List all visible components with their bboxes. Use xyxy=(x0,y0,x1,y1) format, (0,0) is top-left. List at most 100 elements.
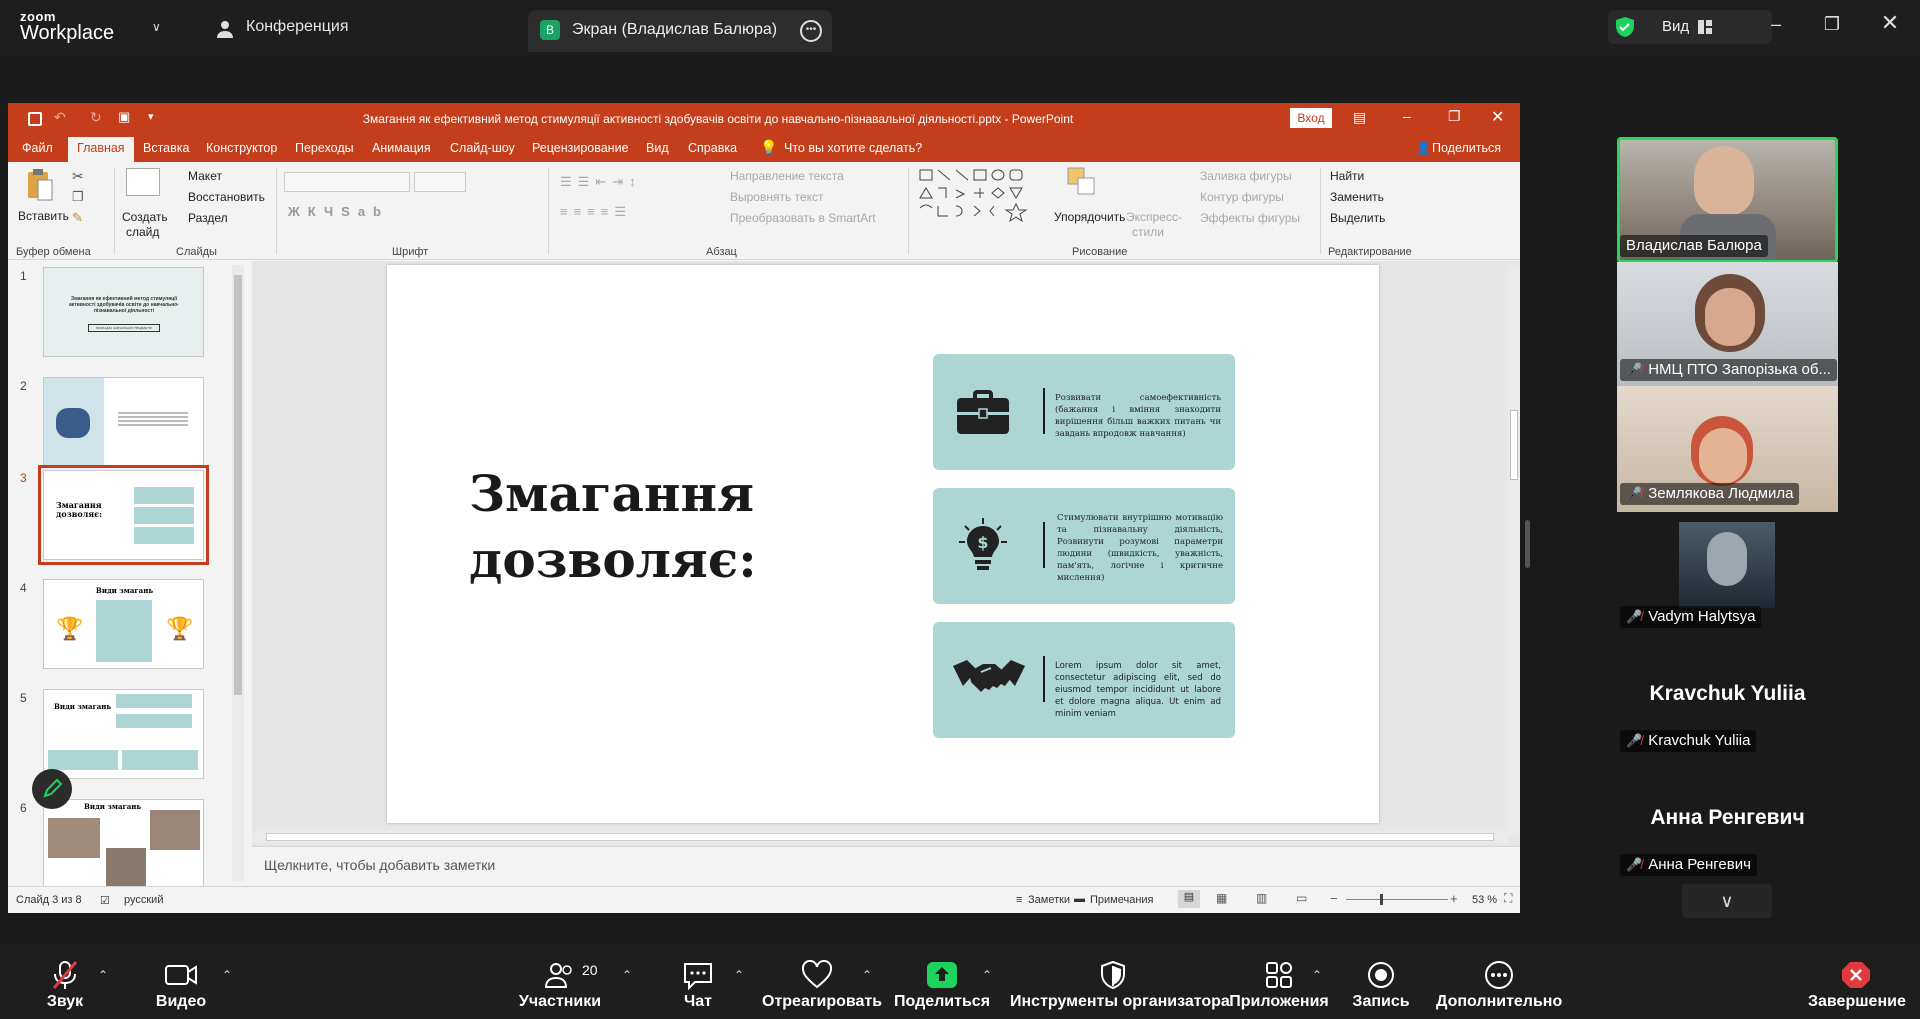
benefit-card[interactable]: Розвивати самоефективність (бажання і вм… xyxy=(933,354,1235,470)
annotate-pen-button[interactable] xyxy=(32,769,72,809)
spellcheck-icon[interactable]: ☑ xyxy=(100,894,110,907)
font-format-buttons[interactable]: ЖКЧSab xyxy=(288,204,389,219)
video-button[interactable]: Видео xyxy=(136,944,226,1019)
restore-icon[interactable]: ❐ xyxy=(1818,14,1846,35)
zoom-level[interactable]: 53 % xyxy=(1472,894,1497,906)
tab-home[interactable]: Главная xyxy=(68,137,134,162)
tab-file[interactable]: Файл xyxy=(22,141,53,155)
list-buttons[interactable]: ☰☰⇤⇥↕ xyxy=(560,174,642,190)
scroll-participants-down-button[interactable]: ∨ xyxy=(1682,884,1772,918)
tab-transitions[interactable]: Переходы xyxy=(295,141,354,155)
align-text-button[interactable]: Выровнять текст xyxy=(730,190,823,204)
cut-icon[interactable]: ✂ xyxy=(72,168,84,185)
language-indicator[interactable]: русский xyxy=(124,894,163,906)
tab-slideshow[interactable]: Слайд-шоу xyxy=(450,141,515,155)
quick-styles-label-2[interactable]: стили xyxy=(1132,225,1164,239)
participants-button[interactable]: 20 Участники xyxy=(510,944,610,1019)
audio-options-caret[interactable]: ⌃ xyxy=(98,968,108,982)
redo-icon[interactable]: ↻ xyxy=(90,109,102,126)
font-size-dropdown[interactable] xyxy=(414,172,466,192)
undo-icon[interactable]: ↶ xyxy=(54,109,66,126)
minimize-icon[interactable]: – xyxy=(1762,14,1790,35)
zoom-out-icon[interactable]: − xyxy=(1330,891,1338,906)
notes-toggle-button[interactable]: Заметки xyxy=(1028,894,1070,906)
host-tools-button[interactable]: Инструменты организатора xyxy=(1010,944,1230,1019)
smartart-button[interactable]: Преобразовать в SmartArt xyxy=(730,211,876,225)
editor-h-scrollbar[interactable] xyxy=(252,831,1508,843)
tab-help[interactable]: Справка xyxy=(688,141,737,155)
scrollbar-thumb[interactable] xyxy=(1510,410,1518,480)
tab-review[interactable]: Рецензирование xyxy=(532,141,629,155)
save-icon[interactable] xyxy=(28,112,42,126)
participants-options-caret[interactable]: ⌃ xyxy=(622,968,632,982)
chat-options-caret[interactable]: ⌃ xyxy=(734,968,744,982)
screen-share-tab[interactable]: B Экран (Владислав Балюра) ••• xyxy=(528,10,832,52)
align-buttons[interactable]: ≡≡≡≡☰ xyxy=(560,204,632,220)
zoom-slider[interactable] xyxy=(1346,894,1448,905)
slide-thumbnail-6[interactable]: Види змагань xyxy=(43,799,204,886)
record-button[interactable]: Запись xyxy=(1342,944,1420,1019)
shape-fill-button[interactable]: Заливка фигуры xyxy=(1200,169,1292,183)
signin-button[interactable]: Вход xyxy=(1290,108,1332,128)
zoom-slider-thumb[interactable] xyxy=(1380,894,1383,905)
new-slide-label-1[interactable]: Создать xyxy=(122,210,168,224)
zoom-in-icon[interactable]: + xyxy=(1450,891,1458,906)
arrange-icon[interactable] xyxy=(1066,166,1098,198)
paste-icon[interactable] xyxy=(26,168,54,202)
share-options-caret[interactable]: ⌃ xyxy=(982,968,992,982)
more-button[interactable]: Дополнительно xyxy=(1436,944,1562,1019)
tab-design[interactable]: Конструктор xyxy=(206,141,277,155)
tab-insert[interactable]: Вставка xyxy=(143,141,189,155)
slide-thumbnail-3[interactable]: Змагання дозволяє: xyxy=(38,465,209,565)
reading-view-icon[interactable]: ▥ xyxy=(1256,891,1267,905)
react-button[interactable]: Отреагировать xyxy=(762,944,882,1019)
ppt-restore-icon[interactable]: ❐ xyxy=(1448,108,1461,125)
slide-thumbnail-5[interactable]: Види змагань xyxy=(43,689,204,779)
apps-options-caret[interactable]: ⌃ xyxy=(1312,968,1322,982)
h-scrollbar-thumb[interactable] xyxy=(266,833,1494,841)
arrange-button[interactable]: Упорядочить xyxy=(1054,210,1125,224)
quick-styles-label-1[interactable]: Экспресс- xyxy=(1126,210,1182,224)
slide-canvas[interactable]: Змагання дозволяє: Розвивати самоефектив… xyxy=(387,265,1379,823)
view-control[interactable]: Вид xyxy=(1608,10,1772,44)
slide-heading[interactable]: Змагання дозволяє: xyxy=(469,461,757,593)
panel-resize-handle[interactable] xyxy=(1525,520,1530,568)
share-button[interactable]: Поделиться xyxy=(1432,141,1501,155)
shapes-gallery[interactable] xyxy=(916,166,1042,228)
present-icon[interactable]: ▣ xyxy=(118,109,130,125)
slide-sorter-icon[interactable]: ▦ xyxy=(1216,891,1227,905)
paste-button[interactable]: Вставить xyxy=(18,209,69,223)
slide-thumbnail-4[interactable]: Види змагань 🏆 🏆 xyxy=(43,579,204,669)
reset-button[interactable]: Восстановить xyxy=(188,190,265,204)
react-options-caret[interactable]: ⌃ xyxy=(862,968,872,982)
shape-effects-button[interactable]: Эффекты фигуры xyxy=(1200,211,1300,225)
benefit-card[interactable]: $ Стимулювати внутрішню мотивацію та піз… xyxy=(933,488,1235,604)
more-options-icon[interactable]: ••• xyxy=(800,20,822,42)
slide-thumbnail-1[interactable]: Змагання як ефективний метод стимуляції … xyxy=(43,267,204,357)
normal-view-icon[interactable]: ▤ xyxy=(1178,890,1200,908)
slide-thumbnail-2[interactable] xyxy=(43,377,204,467)
share-screen-button[interactable]: Поделиться xyxy=(894,944,990,1019)
slideshow-view-icon[interactable]: ▭ xyxy=(1296,891,1307,905)
tab-view[interactable]: Вид xyxy=(646,141,669,155)
audio-button[interactable]: Звук xyxy=(20,944,110,1019)
new-slide-label-2[interactable]: слайд xyxy=(126,225,159,239)
scrollbar-thumb[interactable] xyxy=(234,275,242,695)
notes-pane[interactable]: Щелкните, чтобы добавить заметки xyxy=(252,846,1520,886)
customize-qat-icon[interactable]: ▾ xyxy=(148,110,154,123)
select-button[interactable]: Выделить xyxy=(1330,211,1385,225)
video-options-caret[interactable]: ⌃ xyxy=(222,968,232,982)
benefit-card[interactable]: Lorem ipsum dolor sit amet, consectetur … xyxy=(933,622,1235,738)
text-direction-button[interactable]: Направление текста xyxy=(730,169,844,183)
end-meeting-button[interactable]: Завершение xyxy=(1808,944,1906,1019)
section-button[interactable]: Раздел xyxy=(188,211,228,225)
comments-button[interactable]: Примечания xyxy=(1090,894,1154,906)
chat-button[interactable]: Чат xyxy=(658,944,738,1019)
close-icon[interactable]: ✕ xyxy=(1876,10,1904,36)
find-button[interactable]: Найти xyxy=(1330,169,1364,183)
tab-animations[interactable]: Анимация xyxy=(372,141,431,155)
new-slide-icon[interactable] xyxy=(126,168,160,196)
chevron-down-icon[interactable]: ∨ xyxy=(152,20,161,34)
meeting-tab[interactable]: Конференция xyxy=(246,18,349,36)
copy-icon[interactable]: ❐ xyxy=(72,189,84,205)
